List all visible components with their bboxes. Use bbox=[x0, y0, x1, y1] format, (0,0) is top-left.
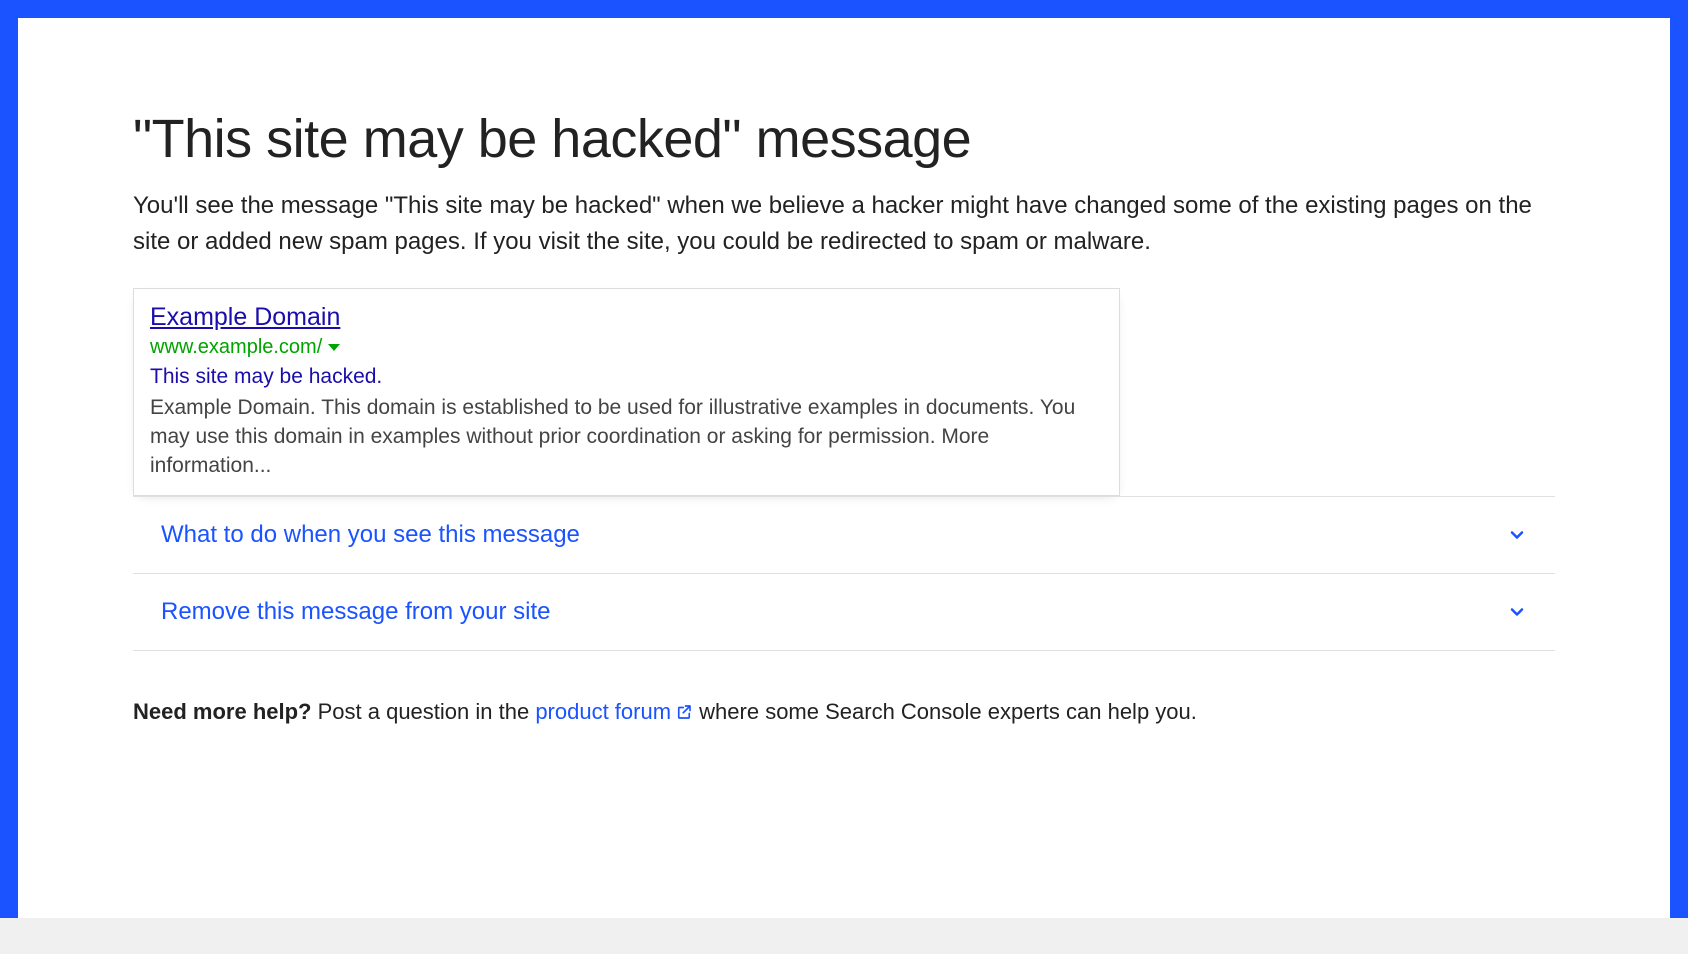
product-forum-link[interactable]: product forum bbox=[535, 699, 693, 724]
external-link-icon bbox=[675, 701, 693, 727]
help-prefix-text: Post a question in the bbox=[311, 699, 535, 724]
search-result-url: www.example.com/ bbox=[150, 336, 322, 359]
search-result-description: Example Domain. This domain is establish… bbox=[150, 393, 1103, 481]
caret-down-icon[interactable] bbox=[328, 344, 340, 351]
help-suffix-text: where some Search Console experts can he… bbox=[693, 699, 1197, 724]
article-card: "This site may be hacked" message You'll… bbox=[18, 18, 1670, 918]
search-result-url-row: www.example.com/ bbox=[150, 336, 1103, 359]
search-result-title-link[interactable]: Example Domain bbox=[150, 301, 340, 334]
page-title: "This site may be hacked" message bbox=[133, 108, 1555, 170]
page-highlight-frame: "This site may be hacked" message You'll… bbox=[0, 0, 1688, 918]
accordion-title: Remove this message from your site bbox=[161, 598, 550, 626]
chevron-down-icon bbox=[1507, 602, 1527, 622]
product-forum-link-text: product forum bbox=[535, 699, 671, 724]
accordion-remove-message[interactable]: Remove this message from your site bbox=[133, 574, 1555, 651]
help-bold-label: Need more help? bbox=[133, 699, 311, 724]
accordion-what-to-do[interactable]: What to do when you see this message bbox=[133, 496, 1555, 574]
chevron-down-icon bbox=[1507, 525, 1527, 545]
need-more-help-line: Need more help? Post a question in the p… bbox=[133, 699, 1555, 727]
search-result-example: Example Domain www.example.com/ This sit… bbox=[133, 288, 1120, 496]
accordion-title: What to do when you see this message bbox=[161, 521, 580, 549]
search-result-hacked-warning: This site may be hacked. bbox=[150, 365, 1103, 389]
intro-paragraph: You'll see the message "This site may be… bbox=[133, 188, 1555, 260]
